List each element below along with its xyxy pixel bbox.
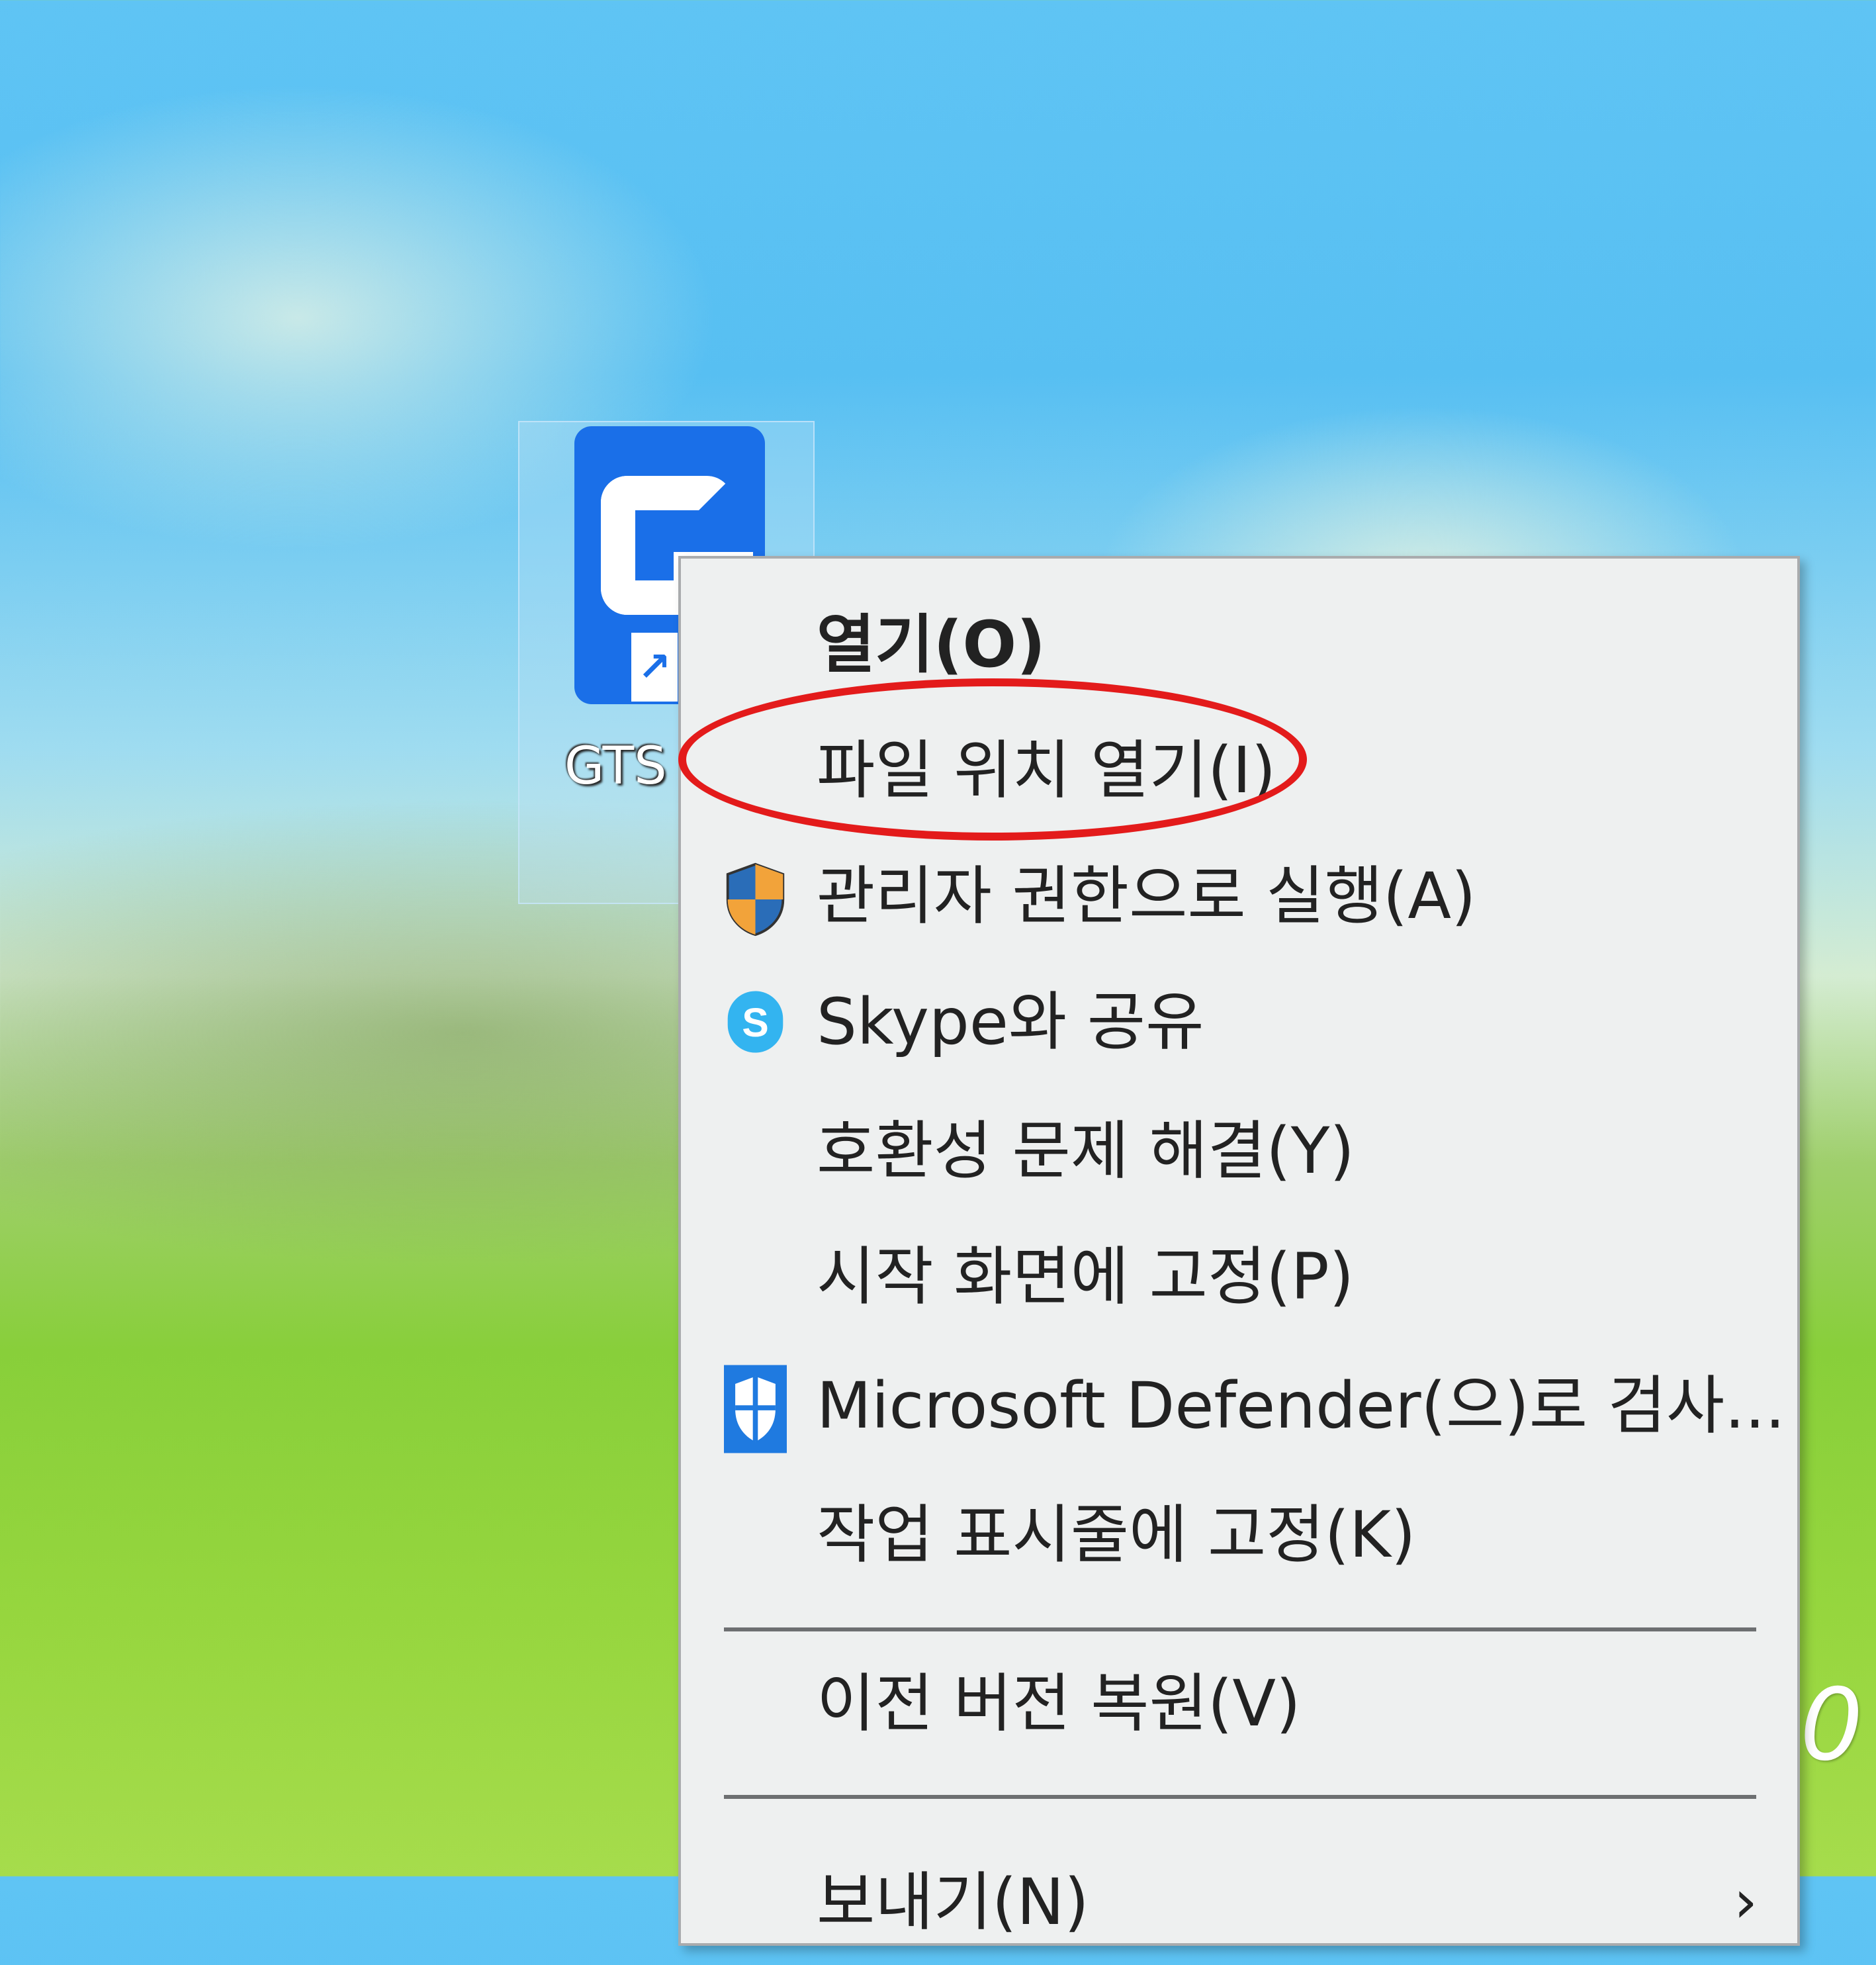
svg-text:S: S [742,1000,769,1045]
uac-shield-icon [726,862,785,937]
menu-item-send-to[interactable]: 보내기(N) › [681,1839,1797,1965]
chevron-right-icon: › [1734,1867,1758,1937]
shortcut-arrow-icon: ↗ [631,633,678,702]
menu-item-share-skype[interactable]: S Skype와 공유 [681,959,1797,1085]
highlight-ellipse [678,678,1307,841]
menu-item-label: 보내기(N) [817,1865,1089,1939]
menu-separator [724,1795,1756,1799]
menu-separator [724,1627,1756,1631]
menu-item-label: 작업 표시줄에 고정(K) [817,1498,1416,1572]
menu-item-label: 호환성 문제 해결(Y) [817,1114,1355,1188]
menu-item-label: 시작 화면에 고정(P) [817,1240,1355,1314]
menu-item-label: Microsoft Defender(으)로 검사... [817,1369,1785,1443]
menu-item-pin-to-taskbar[interactable]: 작업 표시줄에 고정(K) [681,1472,1797,1598]
menu-item-pin-to-start[interactable]: 시작 화면에 고정(P) [681,1214,1797,1340]
menu-item-label: Skype와 공유 [817,985,1204,1059]
skype-icon: S [727,991,783,1053]
menu-item-restore-previous-versions[interactable]: 이전 버전 복원(V) [681,1641,1797,1766]
desktop-edge-text: 0 [1800,1668,1863,1783]
menu-item-scan-defender[interactable]: Microsoft Defender(으)로 검사... [681,1343,1797,1469]
defender-icon [724,1365,787,1453]
menu-item-run-as-admin[interactable]: 관리자 권한으로 실행(A) [681,833,1797,959]
menu-item-troubleshoot-compatibility[interactable]: 호환성 문제 해결(Y) [681,1088,1797,1214]
menu-item-label: 관리자 권한으로 실행(A) [817,859,1476,933]
menu-item-label: 이전 버전 복원(V) [817,1667,1301,1741]
